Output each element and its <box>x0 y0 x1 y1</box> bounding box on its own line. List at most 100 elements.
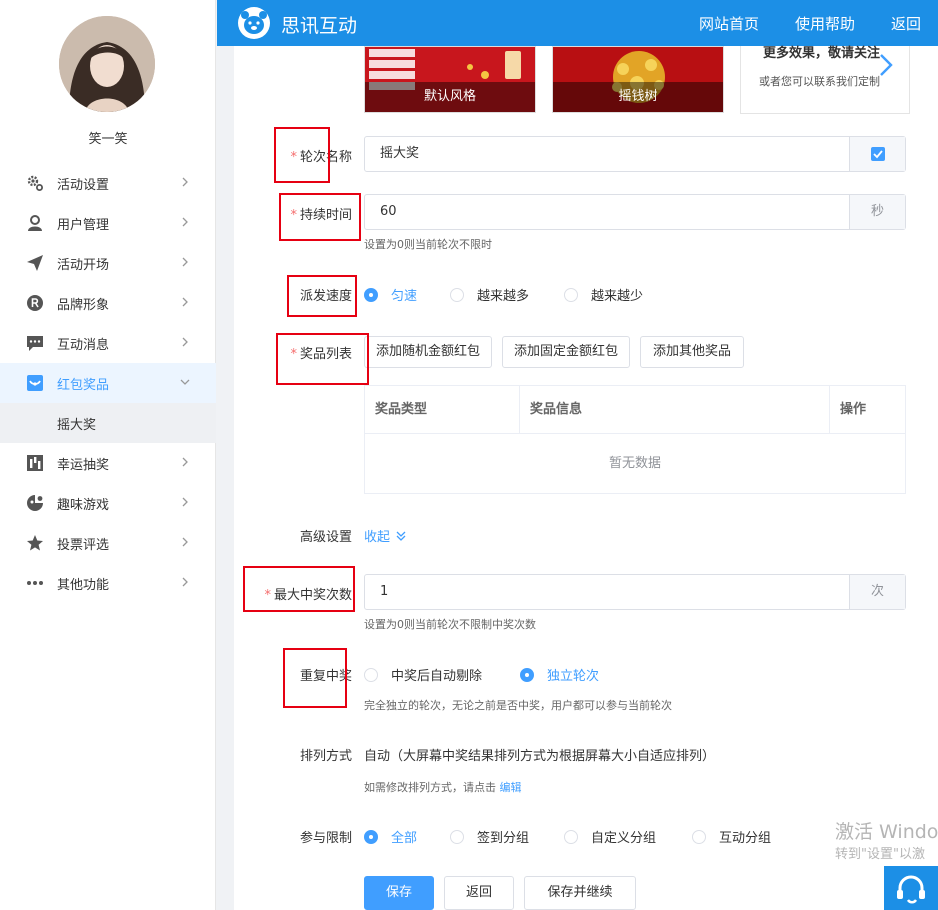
sidebar-item-label: 品牌形象 <box>57 297 110 313</box>
registered-icon <box>25 293 45 313</box>
sidebar-menu: 活动设置 用户管理 活动开场 品牌形象 互动消息 红包奖品 摇大奖 幸运抽奖 趣… <box>0 163 216 603</box>
content-panel: 默认风格 摇钱树 更多效果，敬请关注 或者您可以联系我们定制 * 轮次名称 摇大奖… <box>234 46 938 910</box>
radio-empty-icon <box>692 829 706 844</box>
annotation-box-round-name <box>274 127 330 183</box>
sidebar-item-interactive-messages[interactable]: 互动消息 <box>0 323 216 363</box>
sidebar-item-label: 趣味游戏 <box>57 497 110 513</box>
sidebar-item-fun-games[interactable]: 趣味游戏 <box>0 483 216 523</box>
radio-empty-icon <box>450 829 464 844</box>
activation-watermark-title: 激活 Windo <box>835 821 938 843</box>
radio-selected-icon <box>364 829 378 844</box>
sidebar-item-other-functions[interactable]: 其他功能 <box>0 563 216 603</box>
sort-value: 自动（大屏幕中奖结果排列方式为根据屏幕大小自适应排列） <box>364 749 716 764</box>
chevron-right-icon <box>182 457 188 467</box>
radio-selected-icon <box>520 667 534 682</box>
sidebar-item-lucky-draw[interactable]: 幸运抽奖 <box>0 443 216 483</box>
prize-table: 奖品类型 奖品信息 操作 暂无数据 <box>364 385 906 494</box>
avatar[interactable] <box>59 16 155 112</box>
theme-label-default: 默认风格 <box>365 82 535 112</box>
chevron-right-icon <box>182 337 188 347</box>
column-header-prize-info: 奖品信息 <box>520 386 830 434</box>
more-themes-title: 更多效果，敬请关注 <box>763 46 881 61</box>
sidebar-item-red-packet-prizes[interactable]: 红包奖品 <box>0 363 216 403</box>
sidebar-item-label: 红包奖品 <box>57 377 110 393</box>
repeat-option-independent[interactable]: 独立轮次 <box>520 665 599 684</box>
sidebar-item-label: 活动设置 <box>57 177 110 193</box>
carousel-next-icon[interactable] <box>874 52 898 78</box>
sidebar-item-voting[interactable]: 投票评选 <box>0 523 216 563</box>
lottery-icon <box>25 453 45 473</box>
sidebar-item-label: 幸运抽奖 <box>57 457 110 473</box>
checkbox-checked-icon[interactable] <box>870 147 885 161</box>
duration-unit: 秒 <box>849 195 905 229</box>
double-chevron-down-icon <box>396 531 406 541</box>
column-header-prize-type: 奖品类型 <box>365 386 520 434</box>
add-random-red-packet-button[interactable]: 添加随机金额红包 <box>364 336 492 368</box>
chevron-right-icon <box>182 177 188 187</box>
add-fixed-red-packet-button[interactable]: 添加固定金额红包 <box>502 336 630 368</box>
user-icon <box>25 213 45 233</box>
participation-limit-label: 参与限制 <box>299 831 352 846</box>
star-icon <box>25 533 45 553</box>
advanced-collapse-toggle[interactable]: 收起 <box>364 526 408 545</box>
paper-plane-icon <box>25 253 45 273</box>
table-empty-text: 暂无数据 <box>608 456 661 471</box>
nav-back-link[interactable]: 返回 <box>891 13 921 34</box>
bear-logo-icon[interactable] <box>237 6 271 40</box>
sidebar-subitem-shake-prize[interactable]: 摇大奖 <box>0 403 216 443</box>
add-other-prize-button[interactable]: 添加其他奖品 <box>640 336 744 368</box>
sidebar-item-activity-settings[interactable]: 活动设置 <box>0 163 216 203</box>
speed-option-uniform[interactable]: 匀速 <box>364 285 417 304</box>
sidebar-item-label: 投票评选 <box>57 537 110 553</box>
speed-option-increasing[interactable]: 越来越多 <box>450 285 529 304</box>
gift-box-icon <box>25 373 45 393</box>
speed-option-decreasing[interactable]: 越来越少 <box>564 285 643 304</box>
edit-sort-link[interactable]: 编辑 <box>500 781 522 794</box>
sidebar: 笑一笑 活动设置 用户管理 活动开场 品牌形象 互动消息 红包奖品 摇大奖 幸运… <box>0 0 216 910</box>
round-name-field[interactable]: 摇大奖 <box>364 136 906 172</box>
save-and-continue-button[interactable]: 保存并继续 <box>524 876 636 910</box>
chevron-right-icon <box>182 537 188 547</box>
limit-option-interactive-group[interactable]: 互动分组 <box>692 827 771 846</box>
max-wins-field[interactable]: 1 次 <box>364 574 906 610</box>
sidebar-item-activity-opening[interactable]: 活动开场 <box>0 243 216 283</box>
radio-empty-icon <box>564 287 578 302</box>
repeat-option-auto-remove[interactable]: 中奖后自动剔除 <box>364 665 482 684</box>
nav-help-link[interactable]: 使用帮助 <box>795 13 855 34</box>
repeat-win-hint: 完全独立的轮次，无论之前是否中奖，用户都可以参与当前轮次 <box>364 699 672 712</box>
more-dots-icon <box>25 573 45 593</box>
annotation-box-max-wins <box>243 566 355 612</box>
sidebar-item-label: 用户管理 <box>57 217 110 233</box>
chevron-right-icon <box>182 217 188 227</box>
sidebar-item-user-management[interactable]: 用户管理 <box>0 203 216 243</box>
max-wins-input[interactable]: 1 <box>365 575 849 609</box>
max-wins-hint: 设置为0则当前轮次不限制中奖次数 <box>364 618 536 631</box>
annotation-box-duration <box>279 193 361 241</box>
round-name-input[interactable]: 摇大奖 <box>365 137 849 171</box>
duration-field[interactable]: 60 秒 <box>364 194 906 230</box>
radio-selected-icon <box>364 287 378 302</box>
chevron-right-icon <box>182 297 188 307</box>
round-name-checkbox-addon[interactable] <box>849 137 905 171</box>
brand-name: 思讯互动 <box>281 15 358 37</box>
sidebar-item-brand-image[interactable]: 品牌形象 <box>0 283 216 323</box>
duration-input[interactable]: 60 <box>365 195 849 229</box>
chat-icon <box>25 333 45 353</box>
radio-empty-icon <box>364 667 378 682</box>
theme-card-default[interactable]: 默认风格 <box>364 46 536 113</box>
annotation-box-repeat-win <box>283 648 347 708</box>
radio-empty-icon <box>564 829 578 844</box>
game-icon <box>25 493 45 513</box>
customer-support-button[interactable] <box>884 866 938 910</box>
save-button[interactable]: 保存 <box>364 876 434 910</box>
limit-option-custom-group[interactable]: 自定义分组 <box>564 827 656 846</box>
chevron-right-icon <box>182 497 188 507</box>
nav-home-link[interactable]: 网站首页 <box>699 13 759 34</box>
username: 笑一笑 <box>88 132 128 147</box>
theme-card-money-tree[interactable]: 摇钱树 <box>552 46 724 113</box>
back-button[interactable]: 返回 <box>444 876 514 910</box>
limit-option-checkin-group[interactable]: 签到分组 <box>450 827 529 846</box>
sort-hint: 如需修改排列方式，请点击 编辑 <box>364 781 522 794</box>
limit-option-all[interactable]: 全部 <box>364 827 417 846</box>
annotation-box-prize-list <box>276 333 369 385</box>
